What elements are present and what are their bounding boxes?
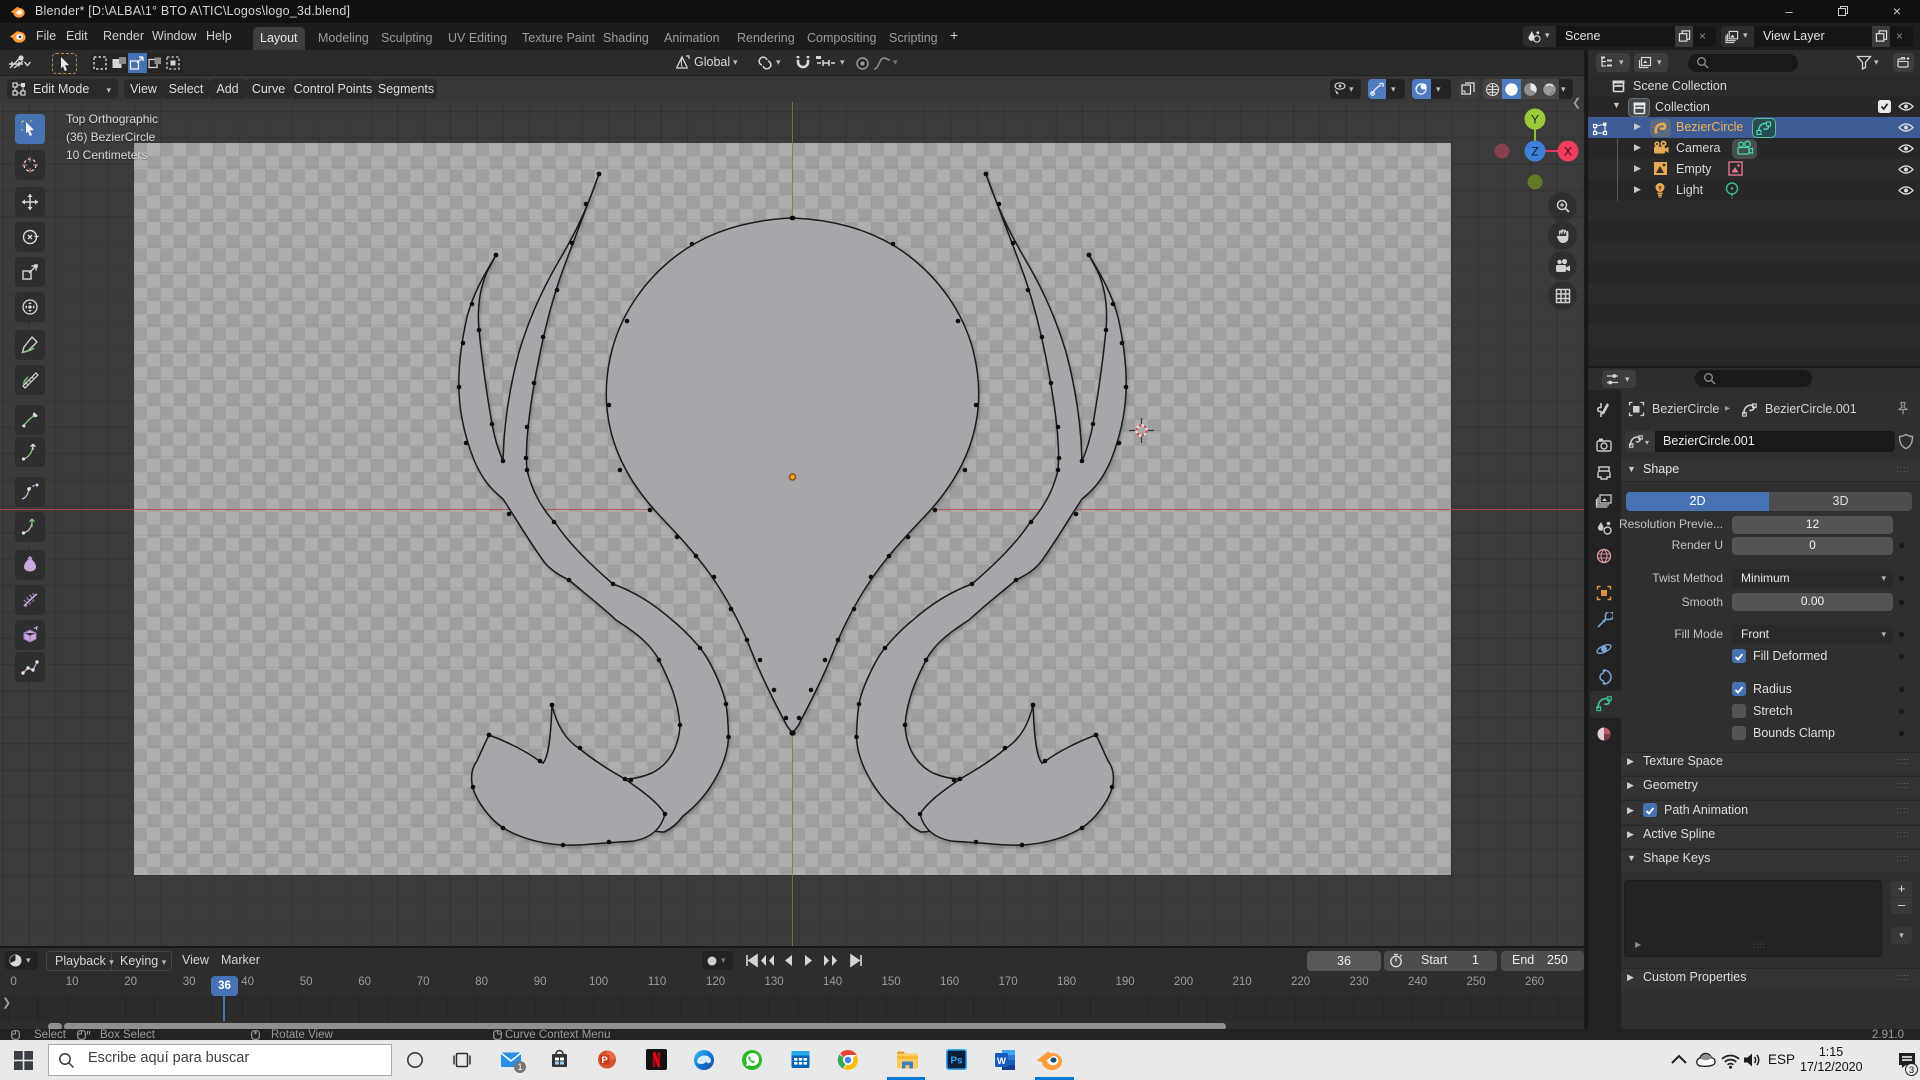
svg-text:P: P xyxy=(601,1055,608,1066)
svg-text:X: X xyxy=(1564,145,1572,159)
svg-text:Y: Y xyxy=(1531,113,1539,127)
svg-text:Z: Z xyxy=(1531,145,1538,159)
svg-text:W: W xyxy=(997,1056,1006,1067)
svg-text:Ps: Ps xyxy=(950,1056,963,1067)
